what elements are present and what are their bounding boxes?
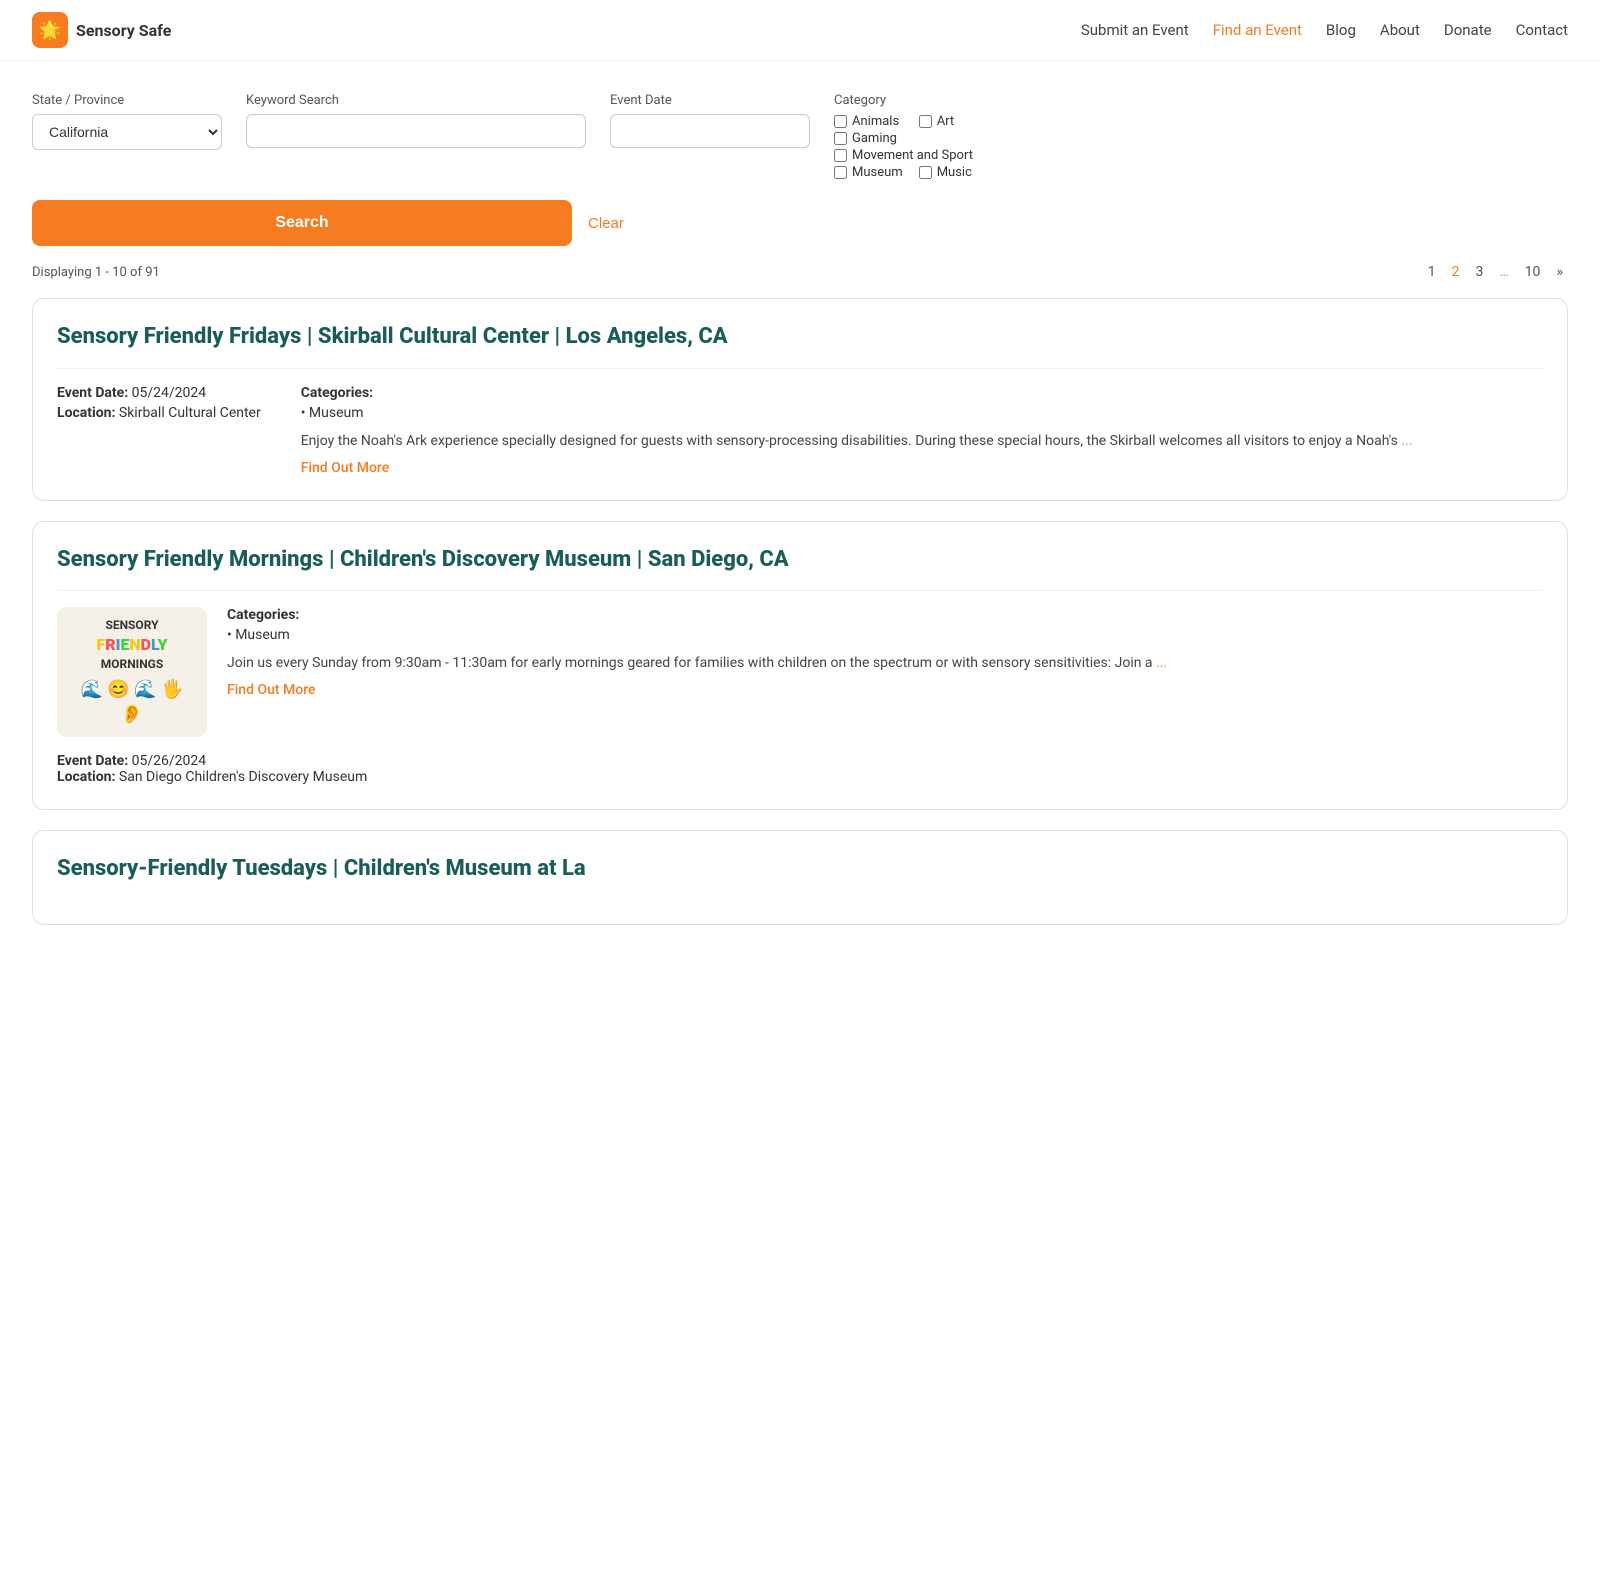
event-2-title: Sensory Friendly Mornings | Children's D… xyxy=(57,546,1543,575)
card-divider-1 xyxy=(57,368,1543,369)
clear-button[interactable]: Clear xyxy=(588,215,624,232)
event-2-find-more[interactable]: Find Out More xyxy=(227,682,316,698)
brand-icon: 🌟 xyxy=(32,12,68,48)
category-art[interactable]: Art xyxy=(919,114,988,129)
page-10[interactable]: 10 xyxy=(1520,262,1546,282)
category-group: Category Animals Art Gaming Movement and… xyxy=(834,93,987,180)
event-1-category-0: Museum xyxy=(301,405,1543,421)
event-card-1: Sensory Friendly Fridays | Skirball Cult… xyxy=(32,298,1568,501)
event-card-2: Sensory Friendly Mornings | Children's D… xyxy=(32,521,1568,811)
event-2-date: Event Date: 05/26/2024 xyxy=(57,753,1543,769)
nav-submit-event[interactable]: Submit an Event xyxy=(1081,21,1189,39)
checkbox-music[interactable] xyxy=(919,166,932,179)
event-2-meta-bottom: Event Date: 05/26/2024 Location: San Die… xyxy=(57,753,1543,785)
keyword-field-group: Keyword Search xyxy=(246,93,586,148)
state-field-group: State / Province California xyxy=(32,93,222,150)
nav-find-event[interactable]: Find an Event xyxy=(1213,21,1302,39)
category-museum[interactable]: Museum xyxy=(834,165,903,180)
keyword-label: Keyword Search xyxy=(246,93,586,108)
results-section: Displaying 1 - 10 of 91 1 2 3 … 10 » Sen… xyxy=(0,262,1600,977)
event-2-image-content: SENSORY FRIENDLY MORNINGS 🌊 😊 🌊 🖐️ 👂 xyxy=(69,617,195,727)
event-2-right: Categories: Museum Join us every Sunday … xyxy=(227,607,1543,698)
event-3-title: Sensory-Friendly Tuesdays | Children's M… xyxy=(57,855,1543,884)
category-grid: Animals Art Gaming Movement and Sport Mu… xyxy=(834,114,987,180)
event-1-meta: Event Date: 05/24/2024 Location: Skirbal… xyxy=(57,385,261,460)
results-meta: Displaying 1 - 10 of 91 1 2 3 … 10 » xyxy=(32,262,1568,282)
nav-about[interactable]: About xyxy=(1380,21,1420,39)
state-select[interactable]: California xyxy=(32,114,222,150)
checkbox-movement[interactable] xyxy=(834,149,847,162)
brand-link[interactable]: 🌟 Sensory Safe xyxy=(32,12,171,48)
pagination-dots: … xyxy=(1494,262,1513,282)
page-3[interactable]: 3 xyxy=(1470,262,1488,282)
nav-blog[interactable]: Blog xyxy=(1326,21,1356,39)
date-field-group: Event Date xyxy=(610,93,810,148)
event-2-categories-label: Categories: xyxy=(227,607,1543,623)
nav-contact[interactable]: Contact xyxy=(1516,21,1568,39)
checkbox-art[interactable] xyxy=(919,115,932,128)
category-music[interactable]: Music xyxy=(919,165,988,180)
event-1-date: Event Date: 05/24/2024 xyxy=(57,385,261,401)
checkbox-animals[interactable] xyxy=(834,115,847,128)
event-card-3: Sensory-Friendly Tuesdays | Children's M… xyxy=(32,830,1568,925)
event-1-details: Categories: Museum Enjoy the Noah's Ark … xyxy=(301,385,1543,476)
event-2-location: Location: San Diego Children's Discovery… xyxy=(57,769,1543,785)
event-1-categories-label: Categories: xyxy=(301,385,1543,401)
results-count: Displaying 1 - 10 of 91 xyxy=(32,265,160,280)
category-gaming[interactable]: Gaming xyxy=(834,131,987,146)
search-filters-row: State / Province California Keyword Sear… xyxy=(32,93,1568,180)
category-animals[interactable]: Animals xyxy=(834,114,903,129)
date-input[interactable] xyxy=(610,114,810,148)
event-2-category-0: Museum xyxy=(227,627,1543,643)
event-1-categories: Museum xyxy=(301,405,1543,421)
page-next[interactable]: » xyxy=(1551,262,1568,282)
navbar: 🌟 Sensory Safe Submit an Event Find an E… xyxy=(0,0,1600,61)
search-action-row: Search Clear xyxy=(32,200,1568,246)
page-2[interactable]: 2 xyxy=(1447,262,1465,282)
event-2-image: SENSORY FRIENDLY MORNINGS 🌊 😊 🌊 🖐️ 👂 xyxy=(57,607,207,737)
date-label: Event Date xyxy=(610,93,810,108)
event-2-categories: Museum xyxy=(227,627,1543,643)
brand-name: Sensory Safe xyxy=(76,21,171,40)
nav-links: Submit an Event Find an Event Blog About… xyxy=(1081,21,1568,39)
state-label: State / Province xyxy=(32,93,222,108)
keyword-input[interactable] xyxy=(246,114,586,148)
card-divider-2 xyxy=(57,590,1543,591)
event-1-description: Enjoy the Noah's Ark experience speciall… xyxy=(301,431,1543,452)
event-1-find-more[interactable]: Find Out More xyxy=(301,460,390,476)
checkbox-museum[interactable] xyxy=(834,166,847,179)
category-movement[interactable]: Movement and Sport xyxy=(834,148,987,163)
event-1-location: Location: Skirball Cultural Center xyxy=(57,405,261,421)
category-label: Category xyxy=(834,93,987,108)
page-1: 1 xyxy=(1423,262,1441,282)
search-section: State / Province California Keyword Sear… xyxy=(0,61,1600,262)
event-1-body: Event Date: 05/24/2024 Location: Skirbal… xyxy=(57,385,1543,476)
event-1-title: Sensory Friendly Fridays | Skirball Cult… xyxy=(57,323,1543,352)
pagination: 1 2 3 … 10 » xyxy=(1423,262,1568,282)
nav-donate[interactable]: Donate xyxy=(1444,21,1492,39)
event-2-body: SENSORY FRIENDLY MORNINGS 🌊 😊 🌊 🖐️ 👂 Cat… xyxy=(57,607,1543,737)
event-2-description: Join us every Sunday from 9:30am - 11:30… xyxy=(227,653,1543,674)
search-button[interactable]: Search xyxy=(32,200,572,246)
checkbox-gaming[interactable] xyxy=(834,132,847,145)
